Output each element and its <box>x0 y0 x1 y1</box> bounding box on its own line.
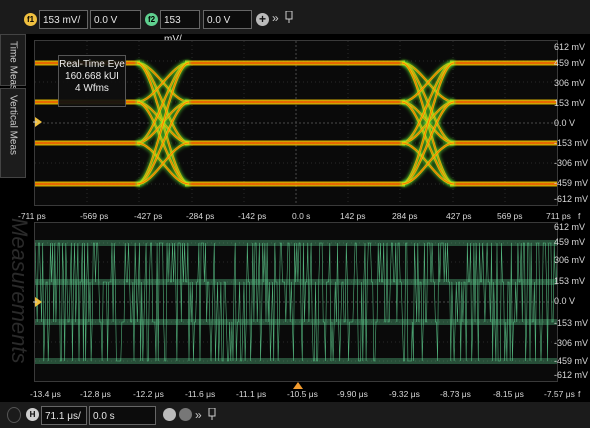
horizontal-toolbar: H 71.1 μs/ 0.0 s » <box>0 402 590 428</box>
record-x-label: -11.6 μs <box>185 389 216 399</box>
record-x-label: -12.2 μs <box>133 389 164 399</box>
info-ui-count: 160.668 kUI <box>65 71 119 82</box>
eye-x-label: -284 ps <box>186 211 215 221</box>
side-strip: Measurements <box>0 178 34 388</box>
eye-x-label: 0.0 s <box>292 211 311 221</box>
record-y-label: -306 mV <box>554 338 589 348</box>
record-y-label: -459 mV <box>554 356 589 366</box>
record-ground-marker[interactable] <box>33 297 43 307</box>
record-y-label: 0.0 V <box>554 296 576 306</box>
eye-y-label: 306 mV <box>554 78 586 88</box>
record-x-unit-label: f <box>578 389 581 399</box>
ch1-offset-field[interactable]: 0.0 V <box>90 10 141 29</box>
record-button[interactable] <box>179 408 192 421</box>
record-x-label: -11.1 μs <box>236 389 267 399</box>
tab-time-meas-label: Time Meas <box>7 41 19 91</box>
eye-x-label: -142 ps <box>238 211 267 221</box>
more-button[interactable]: » <box>272 11 279 25</box>
real-time-eye-info: Real-Time Eye 160.668 kUI 4 Wfms <box>58 55 126 107</box>
record-x-label: -10.5 μs <box>287 389 318 399</box>
eye-y-label: -306 mV <box>554 158 589 168</box>
channel-toolbar: f1 153 mV/ 0.0 V f2 153 mV/ 0.0 V + » <box>0 0 590 45</box>
record-x-label: -8.15 μs <box>493 389 524 399</box>
channel-2-badge[interactable]: f2 <box>145 13 158 26</box>
trigger-position-marker[interactable] <box>293 382 303 390</box>
horizontal-scale-field[interactable]: 71.1 μs/ <box>41 406 87 425</box>
tab-time-meas[interactable]: Time Meas <box>0 34 26 90</box>
eye-x-label: 427 ps <box>446 211 472 221</box>
record-x-label: -12.8 μs <box>80 389 111 399</box>
record-waveform-svg <box>35 240 557 364</box>
info-wfms: 4 Wfms <box>75 83 109 94</box>
measurements-watermark: Measurements <box>7 218 32 364</box>
zoom-button[interactable] <box>163 408 176 421</box>
pin-icon[interactable] <box>285 10 293 26</box>
add-channel-button[interactable]: + <box>256 13 269 26</box>
eye-y-label: -153 mV <box>554 138 589 148</box>
record-level-band <box>35 279 557 285</box>
eye-y-label: 153 mV <box>554 98 586 108</box>
record-x-label: -7.57 μs <box>544 389 575 399</box>
record-level-band <box>35 240 557 246</box>
record-y-label: -153 mV <box>554 318 589 328</box>
record-x-label: -8.73 μs <box>440 389 471 399</box>
eye-ground-marker[interactable] <box>33 117 43 127</box>
eye-y-label: -612 mV <box>554 194 589 204</box>
record-waveform-plot[interactable] <box>34 222 558 382</box>
record-y-label: 612 mV <box>554 222 586 232</box>
eye-y-label: 459 mV <box>554 58 586 68</box>
horizontal-position-field[interactable]: 0.0 s <box>89 406 156 425</box>
ch2-scale-field[interactable]: 153 mV/ <box>160 10 200 45</box>
ch1-scale-field[interactable]: 153 mV/ <box>39 10 88 29</box>
eye-x-label: -569 ps <box>80 211 109 221</box>
tab-vertical-meas[interactable]: Vertical Meas <box>0 88 26 178</box>
eye-x-label: -427 ps <box>134 211 163 221</box>
ch2-offset-field[interactable]: 0.0 V <box>203 10 252 29</box>
horizontal-badge[interactable]: H <box>26 408 39 421</box>
record-x-label: -9.90 μs <box>337 389 368 399</box>
eye-x-label: 569 ps <box>497 211 523 221</box>
record-level-band <box>35 358 557 364</box>
scroll-knob-icon[interactable] <box>7 407 21 423</box>
eye-x-unit-label: f <box>578 211 581 221</box>
eye-x-label: -711 ps <box>18 211 46 221</box>
eye-y-label: 612 mV <box>554 42 586 52</box>
record-y-label: 306 mV <box>554 255 586 265</box>
eye-y-label: -459 mV <box>554 178 589 188</box>
record-y-label: -612 mV <box>554 370 589 380</box>
channel-1-badge[interactable]: f1 <box>24 13 37 26</box>
record-y-label: 459 mV <box>554 237 586 247</box>
record-level-band <box>35 319 557 325</box>
eye-x-label: 284 ps <box>392 211 418 221</box>
info-title: Real-Time Eye <box>59 59 125 70</box>
eye-y-label: 0.0 V <box>554 118 576 128</box>
record-y-label: 153 mV <box>554 276 586 286</box>
eye-diagram-plot[interactable]: Real-Time Eye 160.668 kUI 4 Wfms <box>34 40 558 206</box>
tab-vertical-meas-label: Vertical Meas <box>7 95 19 156</box>
eye-x-label: 711 ps <box>546 211 571 221</box>
pin-icon[interactable] <box>208 407 216 423</box>
record-x-label: -13.4 μs <box>30 389 61 399</box>
eye-x-label: 142 ps <box>340 211 366 221</box>
plus-icon: + <box>258 12 266 26</box>
record-x-label: -9.32 μs <box>389 389 420 399</box>
more-button[interactable]: » <box>195 408 202 422</box>
